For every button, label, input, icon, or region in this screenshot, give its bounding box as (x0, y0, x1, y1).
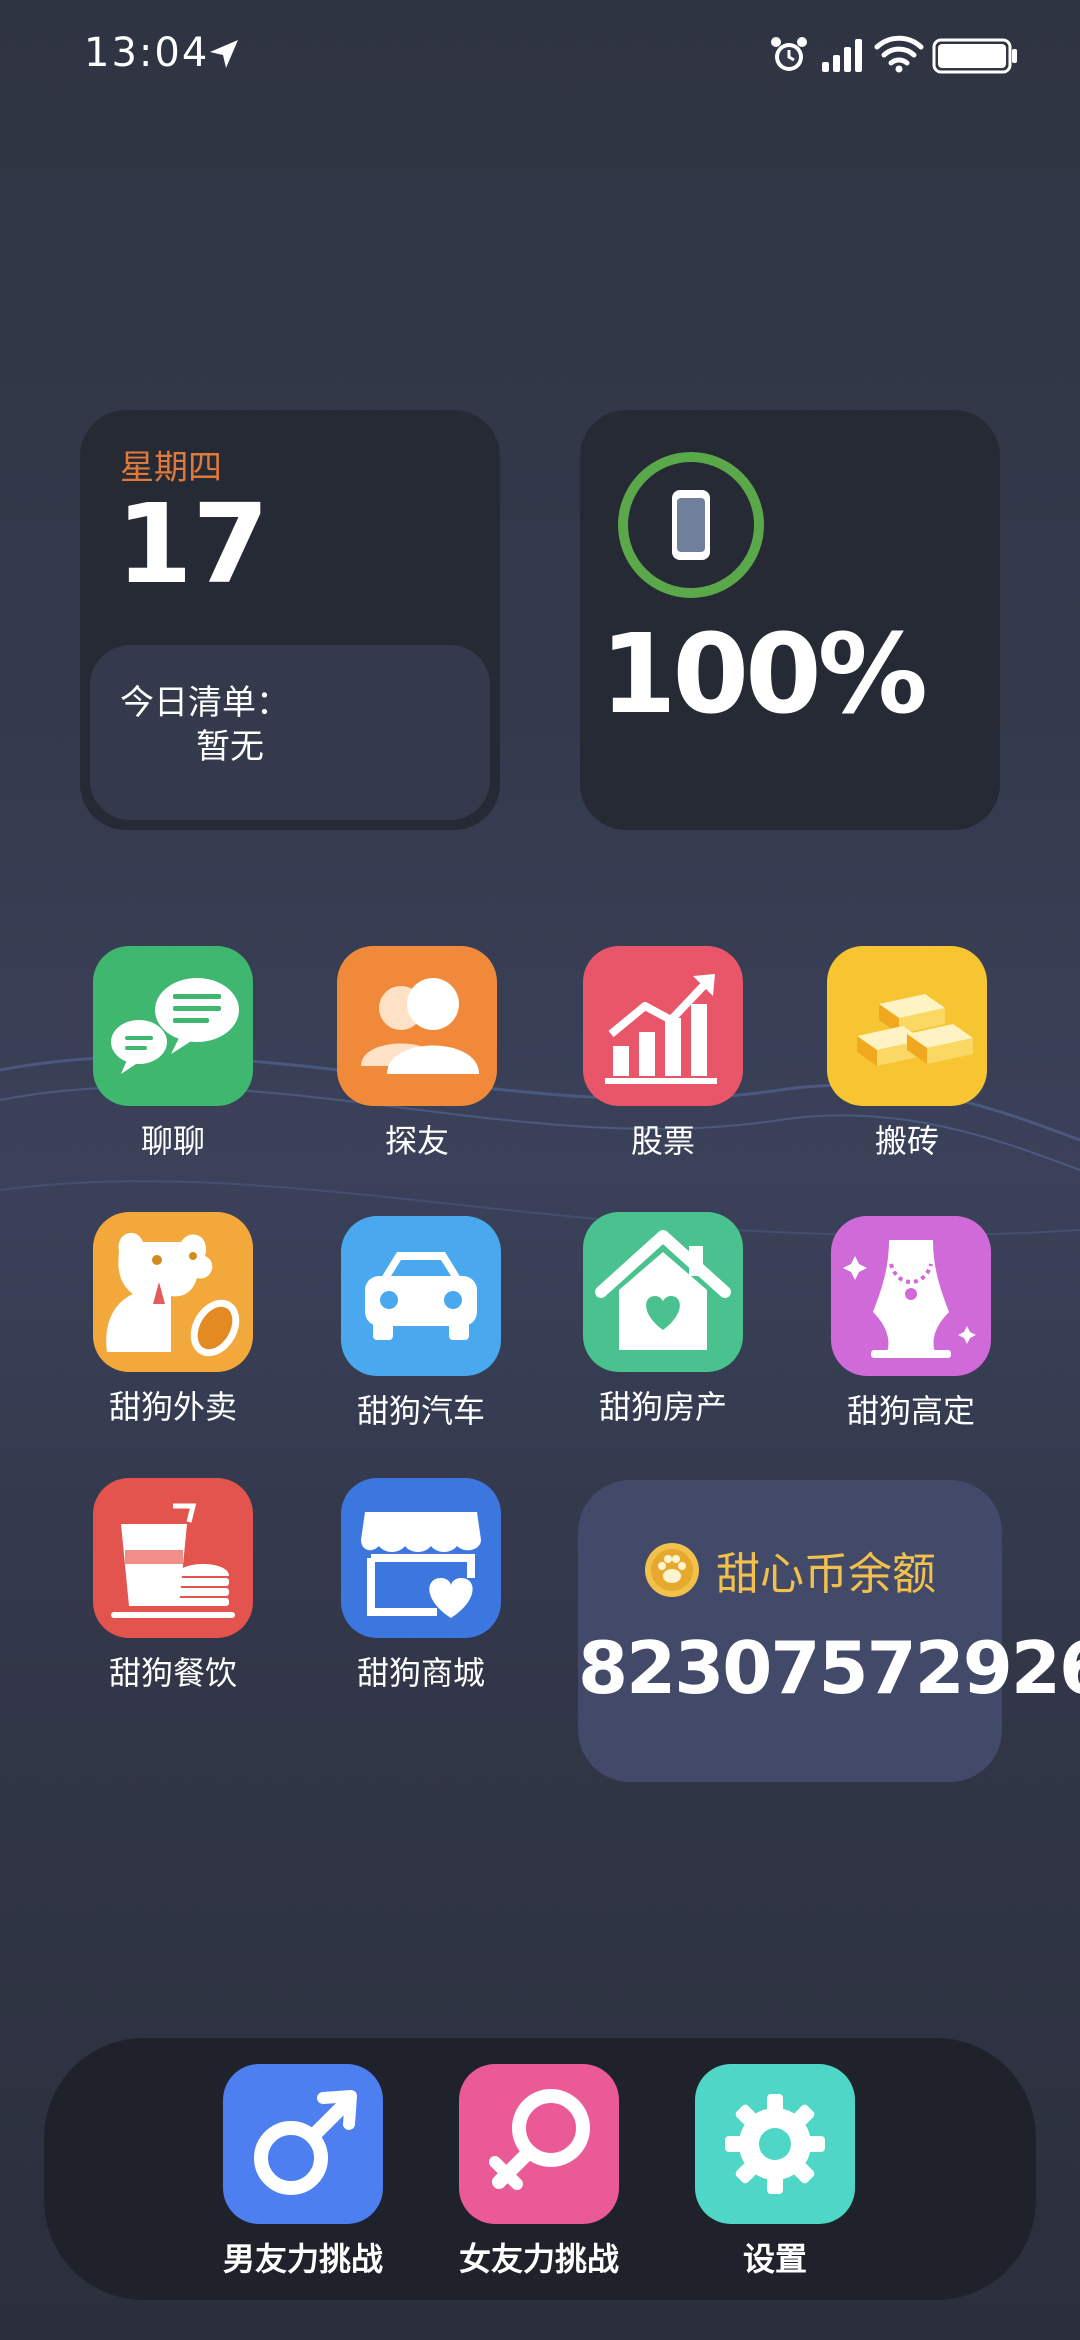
battery-widget[interactable]: 100% (580, 410, 1000, 830)
stock-chart-icon (583, 946, 743, 1106)
app-dog-dining[interactable]: 甜狗餐饮 (88, 1478, 258, 1694)
app-label: 聊聊 (140, 1122, 205, 1160)
friends-icon (337, 946, 497, 1106)
location-arrow-icon (210, 40, 238, 68)
fast-food-icon (93, 1478, 253, 1638)
app-dog-couture[interactable]: 甜狗高定 (826, 1216, 996, 1432)
app-dog-house[interactable]: 甜狗房产 (578, 1212, 748, 1428)
gold-bricks-icon (827, 946, 987, 1106)
status-time: 13:04 (84, 30, 210, 76)
battery-ring (618, 452, 764, 598)
dog-delivery-icon (93, 1212, 253, 1372)
app-label: 甜狗餐饮 (108, 1654, 237, 1692)
coin-balance-widget[interactable]: 甜心币余额 82307572926 (578, 1480, 1080, 1782)
house-heart-icon (583, 1212, 743, 1372)
dock-app-boyfriend-challenge[interactable]: 男友力挑战 (218, 2064, 388, 2280)
dock-app-label: 男友力挑战 (222, 2240, 383, 2278)
coin-balance-value: 82307572926 (578, 1626, 1080, 1710)
wifi-icon (874, 35, 924, 73)
battery-icon (932, 38, 1017, 74)
dock: 男友力挑战 女友力挑战 设置 (44, 2038, 1036, 2300)
cellular-signal-icon (822, 39, 862, 72)
calendar-day: 17 (116, 480, 270, 608)
app-label: 甜狗商城 (356, 1654, 485, 1692)
gear-icon (695, 2064, 855, 2224)
female-symbol-icon (459, 2064, 619, 2224)
calendar-widget[interactable]: 星期四 17 今日清单： 暂无 (80, 410, 500, 830)
dock-app-label: 设置 (742, 2240, 807, 2278)
app-dog-mall[interactable]: 甜狗商城 (336, 1478, 506, 1694)
app-label: 甜狗高定 (846, 1392, 975, 1430)
coin-balance-label: 甜心币余额 (716, 1549, 936, 1600)
chat-bubbles-icon (93, 946, 253, 1106)
car-icon (341, 1216, 501, 1376)
necklace-icon (831, 1216, 991, 1376)
alarm-clock-icon (771, 37, 807, 71)
app-chat[interactable]: 聊聊 (88, 946, 258, 1162)
battery-percent: 100% (600, 610, 928, 738)
app-label: 股票 (630, 1122, 695, 1160)
status-bar: 13:04 (0, 0, 1080, 110)
todo-title: 今日清单： (120, 683, 290, 723)
shop-heart-icon (341, 1478, 501, 1638)
app-friends[interactable]: 探友 (332, 946, 502, 1162)
dock-app-label: 女友力挑战 (458, 2240, 619, 2278)
app-bricks[interactable]: 搬砖 (822, 946, 992, 1162)
app-dog-delivery[interactable]: 甜狗外卖 (88, 1212, 258, 1428)
app-label: 搬砖 (874, 1122, 939, 1160)
dock-app-settings[interactable]: 设置 (690, 2064, 860, 2280)
dock-app-girlfriend-challenge[interactable]: 女友力挑战 (454, 2064, 624, 2280)
phone-icon (672, 490, 710, 560)
app-dog-car[interactable]: 甜狗汽车 (336, 1216, 506, 1432)
paw-coin-icon (645, 1543, 699, 1597)
male-symbol-icon (223, 2064, 383, 2224)
app-label: 甜狗汽车 (356, 1392, 485, 1430)
app-label: 甜狗房产 (598, 1388, 727, 1426)
app-stocks[interactable]: 股票 (578, 946, 748, 1162)
todo-panel[interactable]: 今日清单： 暂无 (90, 645, 490, 820)
app-label: 甜狗外卖 (108, 1388, 237, 1426)
app-label: 探友 (384, 1122, 449, 1160)
todo-empty-text: 暂无 (196, 727, 264, 767)
